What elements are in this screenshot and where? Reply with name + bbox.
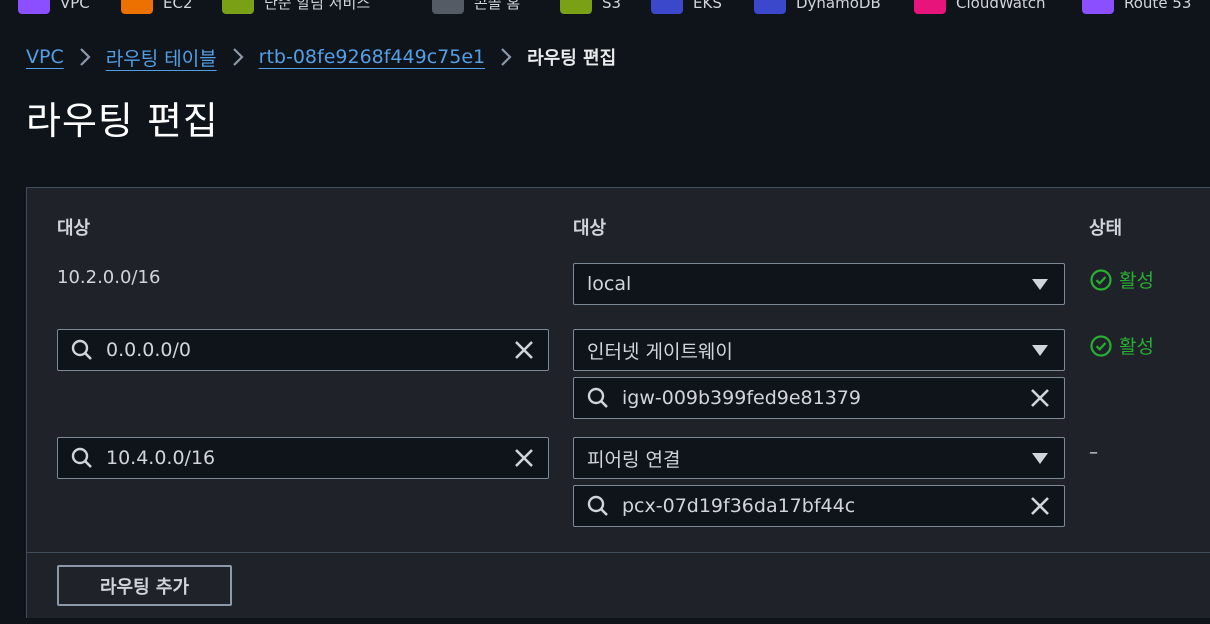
service-route53[interactable]: Route 53 [1082,0,1191,14]
panel-footer: 라우팅 추가 [27,552,1210,619]
route53-icon [1082,0,1114,14]
check-circle-icon [1090,334,1112,357]
target-type-value: 피어링 연결 [587,448,681,471]
breadcrumb-route-tables-link[interactable]: 라우팅 테이블 [106,44,217,71]
search-icon [587,387,608,408]
chevron-right-icon [499,46,513,68]
search-icon [587,495,608,516]
target-type-value: local [587,273,632,295]
s3-icon [560,0,592,14]
target-id-input[interactable]: pcx-07d19f36da17bf44c [573,485,1065,527]
target-type-select[interactable]: local [573,263,1065,305]
status-empty: – [1089,442,1098,463]
destination-input[interactable]: 10.4.0.0/16 [57,437,549,479]
target-id-input[interactable]: igw-009b399fed9e81379 [573,377,1065,419]
service-label: EKS [693,0,722,12]
vpc-icon [18,0,50,14]
destination-value: 0.0.0.0/0 [106,339,191,361]
service-label: VPC [60,0,90,12]
service-sns[interactable]: 단순 알림 서비스 [222,0,370,14]
close-icon[interactable] [1028,386,1052,410]
destination-input[interactable]: 0.0.0.0/0 [57,329,549,371]
sns-icon [222,0,254,14]
service-console-home[interactable]: 콘솔 홈 [432,0,520,14]
service-label: DynamoDB [796,0,881,12]
eks-icon [651,0,683,14]
add-route-button[interactable]: 라우팅 추가 [57,565,232,606]
chevron-right-icon [78,46,92,68]
caret-down-icon [1032,345,1048,356]
close-icon[interactable] [512,338,536,362]
status-badge: 활성 [1089,266,1154,293]
service-s3[interactable]: S3 [560,0,621,14]
routes-panel: 대상 대상 상태 10.2.0.0/16 local 활성 0.0.0.0/0 … [26,187,1210,618]
caret-down-icon [1032,453,1048,464]
column-header-target: 대상 [573,218,607,239]
service-label: CloudWatch [956,0,1046,12]
service-label: 콘솔 홈 [474,0,521,12]
service-cloudwatch[interactable]: CloudWatch [914,0,1046,14]
target-id-value: igw-009b399fed9e81379 [622,387,861,409]
search-icon [71,339,92,360]
target-type-select[interactable]: 피어링 연결 [573,437,1065,479]
search-icon [71,447,92,468]
target-type-value: 인터넷 게이트웨이 [587,340,733,363]
cloudwatch-icon [914,0,946,14]
close-icon[interactable] [512,446,536,470]
chevron-right-icon [231,46,245,68]
service-vpc[interactable]: VPC [18,0,90,14]
service-eks[interactable]: EKS [651,0,722,14]
dynamodb-icon [754,0,786,14]
service-label: 단순 알림 서비스 [264,0,371,12]
destination-value: 10.4.0.0/16 [106,447,216,469]
caret-down-icon [1032,279,1048,290]
breadcrumb-route-table-id-link[interactable]: rtb-08fe9268f449c75e1 [259,46,485,68]
cube-icon [432,0,464,14]
close-icon[interactable] [1028,494,1052,518]
breadcrumb-current: 라우팅 편집 [527,48,617,69]
breadcrumb: VPC 라우팅 테이블 rtb-08fe9268f449c75e1 라우팅 편집 [26,42,616,72]
service-dynamodb[interactable]: DynamoDB [754,0,881,14]
status-badge: 활성 [1089,332,1154,359]
breadcrumb-vpc-link[interactable]: VPC [26,46,64,68]
service-label: EC2 [163,0,193,12]
page-title: 라우팅 편집 [26,99,219,143]
target-id-value: pcx-07d19f36da17bf44c [622,495,856,517]
service-shortcut-bar: VPC EC2 단순 알림 서비스 콘솔 홈 S3 EKS DynamoDB C… [0,0,1210,14]
status-text: 활성 [1119,336,1154,358]
ec2-icon [121,0,153,14]
status-text: 활성 [1119,270,1154,292]
column-header-status: 상태 [1089,218,1123,239]
route-destination-static: 10.2.0.0/16 [57,267,161,288]
service-label: Route 53 [1124,0,1192,12]
service-ec2[interactable]: EC2 [121,0,193,14]
target-type-select[interactable]: 인터넷 게이트웨이 [573,329,1065,371]
column-header-destination: 대상 [57,218,91,239]
service-label: S3 [602,0,622,12]
check-circle-icon [1090,268,1112,291]
